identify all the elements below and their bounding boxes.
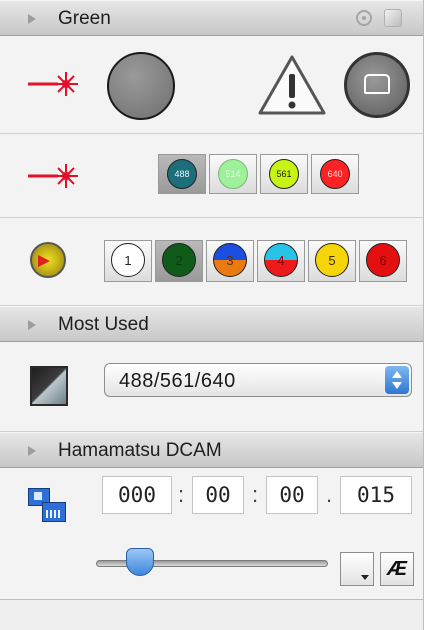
filter-position-label: 2 [162,243,196,277]
warning-icon [258,55,326,115]
laser-line-640[interactable]: 640 [311,154,359,194]
section-title: Green [58,8,111,29]
filter-wheel-row: 1 2 3 4 5 6 [0,218,423,306]
disclosure-triangle-icon[interactable] [28,14,36,24]
filter-position-4[interactable]: 4 [257,240,305,282]
laser-line-514[interactable]: 514 [209,154,257,194]
filter-position-label: 5 [315,243,349,277]
settings-circle-icon[interactable] [356,10,372,26]
exposure-separator: . [326,482,333,507]
section-header-most-used[interactable]: Most Used [0,306,423,342]
shutter-icon [364,74,390,94]
section-title: Most Used [58,314,149,335]
section-header-green[interactable]: Green [0,0,423,36]
filter-position-1[interactable]: 1 [104,240,152,282]
shutter-button[interactable] [344,52,410,118]
filter-position-6[interactable]: 6 [359,240,407,282]
filter-position-2[interactable]: 2 [155,240,203,282]
preset-value: 488/561/640 [119,370,236,392]
section-title: Hamamatsu DCAM [58,440,222,461]
camera-icon [28,488,66,522]
laser-icon [28,72,78,96]
laser-line-488[interactable]: 488 [158,154,206,194]
exposure-separator: : [252,482,259,507]
preset-icon [30,366,68,406]
exposure-row: 000 : 00 : 00 . 015 Æ [0,468,423,600]
stepper-arrows-icon[interactable] [385,366,409,394]
filter-position-5[interactable]: 5 [308,240,356,282]
laser-line-row: 488 514 561 640 [0,134,423,218]
preset-row: 488/561/640 [0,342,423,432]
exposure-field-4[interactable]: 015 [340,476,412,514]
laser-indicator-button[interactable] [107,52,175,120]
chevron-down-icon [361,575,369,580]
laser-line-label: 488 [167,159,197,189]
exposure-field-3[interactable]: 00 [266,476,318,514]
auto-exposure-button[interactable]: Æ [380,552,414,586]
exposure-slider[interactable] [96,548,328,576]
exposure-unit-dropdown[interactable] [340,552,374,586]
control-panel: Green 488 514 561 640 1 2 3 4 5 6 Most U… [0,0,424,630]
laser-icon [28,164,78,188]
preset-select[interactable]: 488/561/640 [104,363,412,397]
filter-position-label: 3 [213,243,247,277]
disclosure-triangle-icon[interactable] [28,446,36,456]
pin-icon[interactable] [384,9,402,27]
laser-line-label: 640 [320,159,350,189]
slider-thumb[interactable] [126,548,154,576]
section-header-camera[interactable]: Hamamatsu DCAM [0,432,423,468]
disclosure-triangle-icon[interactable] [28,320,36,330]
exposure-separator: : [178,482,185,507]
filter-position-3[interactable]: 3 [206,240,254,282]
laser-line-label: 561 [269,159,299,189]
laser-status-row [0,36,423,134]
filter-position-label: 4 [264,243,298,277]
exposure-field-1[interactable]: 000 [102,476,172,514]
filter-position-label: 6 [366,243,400,277]
laser-line-label: 514 [218,159,248,189]
filter-wheel-icon [30,242,66,278]
laser-line-561[interactable]: 561 [260,154,308,194]
auto-exposure-label: Æ [387,558,407,580]
filter-position-label: 1 [111,243,145,277]
exposure-field-2[interactable]: 00 [192,476,244,514]
